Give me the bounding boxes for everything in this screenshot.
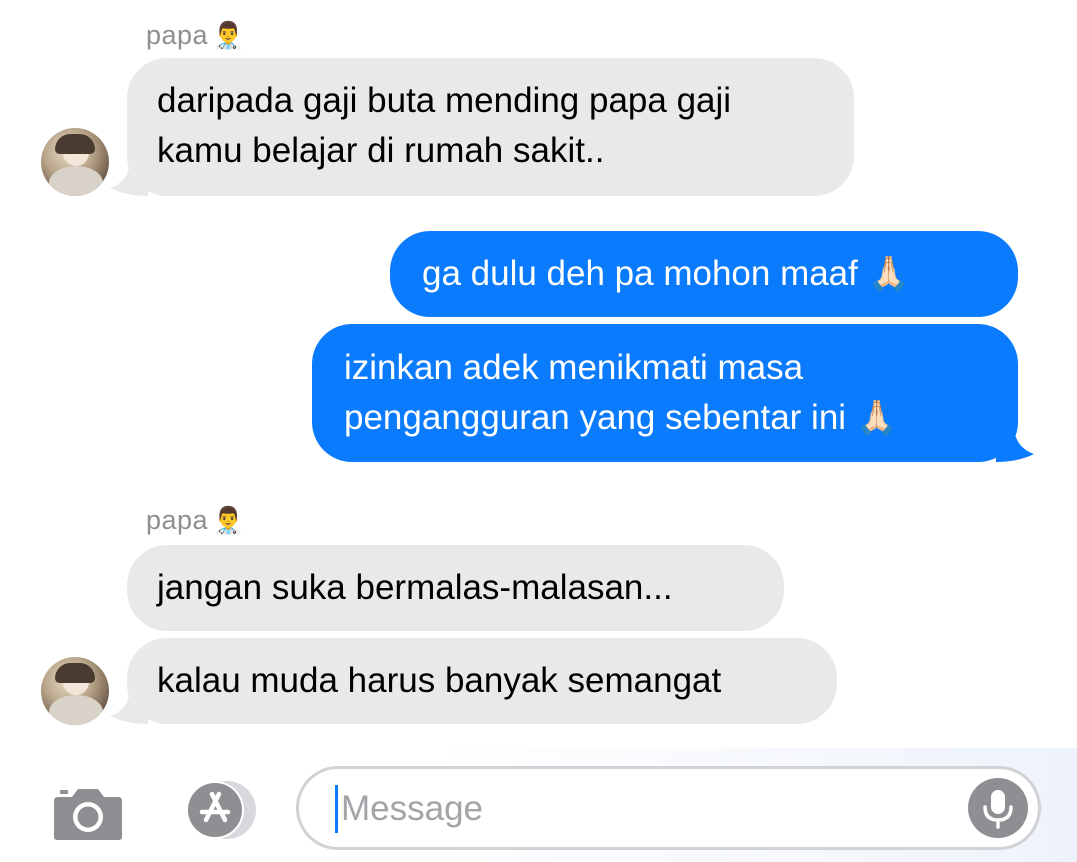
message-input[interactable]: Message <box>296 766 1041 850</box>
messages-screen: papa 👨‍⚕️ daripada gaji buta mending papa… <box>0 0 1077 862</box>
message-text-line: pengangguran yang sebentar ini <box>344 398 847 437</box>
message-text: kalau muda harus banyak semangat <box>157 661 722 700</box>
praying-hands-icon: 🙏🏻 <box>867 254 910 294</box>
message-text: ga dulu deh pa mohon maaf <box>422 254 858 293</box>
sender-name-label: papa <box>146 505 209 535</box>
sender-name: papa 👨‍⚕️ <box>146 20 245 51</box>
camera-icon[interactable] <box>52 785 124 841</box>
avatar[interactable] <box>41 128 109 196</box>
praying-hands-icon: 🙏🏻 <box>855 398 899 438</box>
bubble-tail-icon <box>110 160 148 196</box>
sender-name: papa 👨‍⚕️ <box>146 505 245 536</box>
message-placeholder: Message <box>341 789 484 828</box>
incoming-message-bubble[interactable]: daripada gaji buta mending papa gaji kam… <box>127 58 854 196</box>
outgoing-message-bubble[interactable]: ga dulu deh pa mohon maaf 🙏🏻 <box>390 231 1018 317</box>
bubble-tail-icon <box>110 688 148 724</box>
doctor-emoji-icon: 👨‍⚕️ <box>212 21 245 51</box>
message-text-line: izinkan adek menikmati masa <box>344 348 804 387</box>
microphone-button[interactable] <box>968 778 1028 838</box>
message-text: jangan suka bermalas-malasan... <box>157 568 673 607</box>
app-store-icon[interactable] <box>172 780 258 840</box>
outgoing-message-bubble[interactable]: izinkan adek menikmati masa pengangguran… <box>312 324 1018 462</box>
text-caret <box>335 785 338 833</box>
message-text-line: kamu belajar di rumah sakit.. <box>157 131 605 170</box>
message-text-line: daripada gaji buta mending papa gaji <box>157 81 732 120</box>
doctor-emoji-icon: 👨‍⚕️ <box>212 506 245 536</box>
avatar[interactable] <box>41 657 109 725</box>
bubble-tail-icon <box>996 426 1034 462</box>
incoming-message-bubble[interactable]: kalau muda harus banyak semangat <box>127 638 837 724</box>
microphone-icon <box>983 790 1013 829</box>
incoming-message-bubble[interactable]: jangan suka bermalas-malasan... <box>127 545 784 631</box>
sender-name-label: papa <box>146 20 209 50</box>
